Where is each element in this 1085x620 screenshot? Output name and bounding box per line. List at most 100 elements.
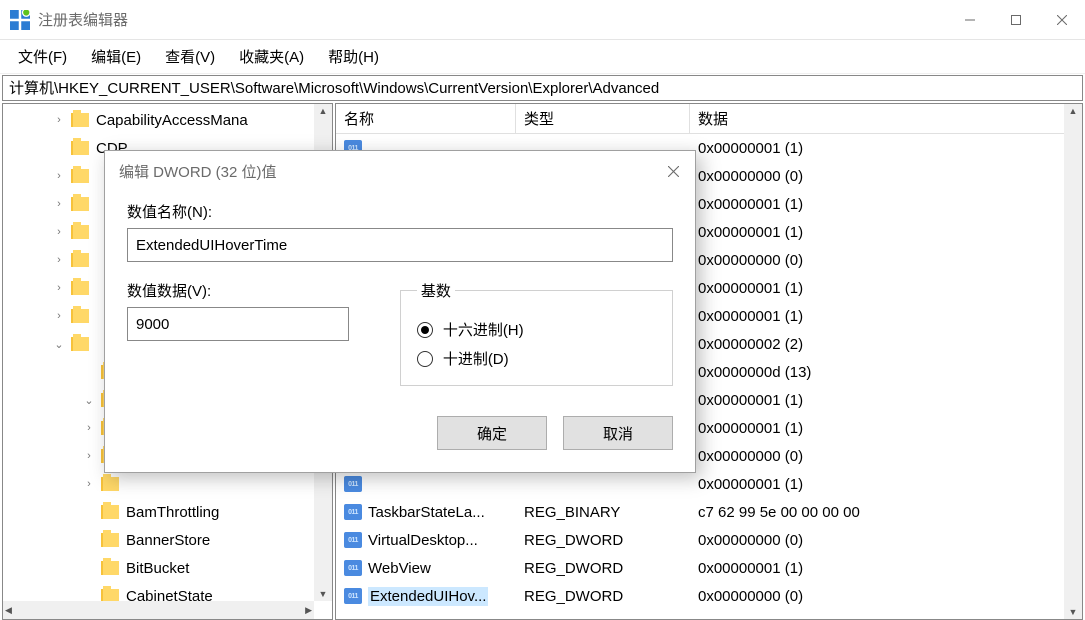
base-groupbox: 基数 十六进制(H) 十进制(D) [400, 280, 673, 386]
column-name[interactable]: 名称 [336, 104, 516, 133]
scroll-down-icon[interactable]: ▼ [319, 589, 328, 599]
value-data: 0x00000001 (1) [690, 558, 1082, 579]
tree-item[interactable]: ›BamThrottling [3, 498, 332, 526]
value-data-field[interactable] [127, 307, 349, 341]
folder-icon [71, 113, 89, 127]
chevron-right-icon[interactable]: › [83, 422, 95, 434]
chevron-right-icon[interactable]: › [53, 310, 65, 322]
address-bar[interactable]: 计算机\HKEY_CURRENT_USER\Software\Microsoft… [2, 75, 1083, 101]
scroll-left-icon[interactable]: ◀ [5, 605, 12, 616]
value-row[interactable]: VirtualDesktop... REG_DWORD0x00000000 (0) [336, 526, 1082, 554]
value-name: WebView [368, 560, 431, 577]
tree-item[interactable]: ›CapabilityAccessMana [3, 106, 332, 134]
value-data: 0x00000001 (1) [690, 390, 1082, 411]
value-row[interactable]: WebViewREG_DWORD0x00000001 (1) [336, 554, 1082, 582]
tree-item[interactable]: › BitBucket [3, 554, 332, 582]
radio-unchecked-icon [417, 351, 433, 367]
value-data: 0x00000000 (0) [690, 250, 1082, 271]
value-data: 0x00000001 (1) [690, 138, 1082, 159]
column-type[interactable]: 类型 [516, 104, 690, 133]
hex-radio[interactable]: 十六进制(H) [417, 319, 656, 340]
titlebar: 注册表编辑器 [0, 0, 1085, 40]
folder-icon [71, 225, 89, 239]
minimize-button[interactable] [947, 0, 993, 40]
scroll-up-icon[interactable]: ▲ [1064, 106, 1082, 116]
value-data-label: 数值数据(V): [127, 280, 380, 301]
tree-item-label: BitBucket [126, 560, 189, 577]
value-name: VirtualDesktop... [368, 532, 478, 549]
menu-edit[interactable]: 编辑(E) [79, 42, 153, 71]
value-name-field[interactable] [127, 228, 673, 262]
maximize-button[interactable] [993, 0, 1039, 40]
horizontal-scrollbar[interactable]: ◀ ▶ [3, 601, 314, 619]
folder-icon [71, 309, 89, 323]
edit-dword-dialog: 编辑 DWORD (32 位)值 数值名称(N): 数值数据(V): 基数 十六… [104, 150, 696, 473]
chevron-spacer: › [83, 562, 95, 574]
chevron-right-icon[interactable]: › [83, 450, 95, 462]
dialog-close-button[interactable] [651, 151, 695, 191]
chevron-right-icon[interactable]: › [53, 198, 65, 210]
menu-file[interactable]: 文件(F) [6, 42, 79, 71]
folder-icon [71, 281, 89, 295]
regedit-icon [10, 10, 30, 30]
value-name-label: 数值名称(N): [127, 201, 673, 222]
chevron-down-icon[interactable]: ⌄ [83, 394, 95, 407]
radio-checked-icon [417, 322, 433, 338]
value-data: 0x00000001 (1) [690, 278, 1082, 299]
value-data: 0x00000000 (0) [690, 586, 1082, 607]
scroll-down-icon[interactable]: ▼ [1064, 607, 1082, 617]
values-scrollbar[interactable]: ▲ ▼ [1064, 104, 1082, 619]
value-type: REG_BINARY [516, 502, 690, 523]
scroll-up-icon[interactable]: ▲ [319, 106, 328, 116]
dec-radio[interactable]: 十进制(D) [417, 348, 656, 369]
value-data: 0x00000001 (1) [690, 418, 1082, 439]
value-row[interactable]: ExtendedUIHov...REG_DWORD0x00000000 (0) [336, 582, 1082, 610]
folder-icon [71, 169, 89, 183]
window-title: 注册表编辑器 [38, 9, 947, 30]
ok-button[interactable]: 确定 [437, 416, 547, 450]
base-label: 基数 [417, 280, 455, 301]
folder-icon [101, 505, 119, 519]
chevron-spacer: › [83, 534, 95, 546]
dialog-title: 编辑 DWORD (32 位)值 [119, 161, 277, 182]
dword-icon [344, 532, 362, 548]
value-row[interactable]: 0x00000001 (1) [336, 470, 1082, 498]
dec-radio-label: 十进制(D) [443, 348, 509, 369]
value-data: 0x00000000 (0) [690, 530, 1082, 551]
chevron-right-icon[interactable]: › [53, 254, 65, 266]
dword-icon [344, 476, 362, 492]
value-type: REG_DWORD [516, 530, 690, 551]
tree-item-label: BannerStore [126, 532, 210, 549]
chevron-right-icon[interactable]: › [53, 170, 65, 182]
value-data: 0x00000001 (1) [690, 474, 1082, 495]
value-type [516, 482, 690, 486]
dialog-titlebar: 编辑 DWORD (32 位)值 [105, 151, 695, 191]
value-data: 0x00000001 (1) [690, 306, 1082, 327]
chevron-right-icon[interactable]: › [53, 226, 65, 238]
chevron-down-icon[interactable]: ⌄ [53, 338, 65, 351]
chevron-spacer: › [53, 142, 65, 154]
chevron-right-icon[interactable]: › [53, 114, 65, 126]
value-data: 0x00000000 (0) [690, 446, 1082, 467]
value-data: 0x0000000d (13) [690, 362, 1082, 383]
menu-favorites[interactable]: 收藏夹(A) [227, 42, 316, 71]
value-data: 0x00000001 (1) [690, 194, 1082, 215]
tree-item-label: BamThrottling [126, 504, 219, 521]
column-data[interactable]: 数据 [690, 104, 1082, 133]
scroll-right-icon[interactable]: ▶ [305, 605, 312, 616]
chevron-right-icon[interactable]: › [53, 282, 65, 294]
tree-item[interactable]: › BannerStore [3, 526, 332, 554]
folder-icon [101, 561, 119, 575]
close-button[interactable] [1039, 0, 1085, 40]
value-data: 0x00000000 (0) [690, 166, 1082, 187]
value-row[interactable]: TaskbarStateLa...REG_BINARYc7 62 99 5e 0… [336, 498, 1082, 526]
menu-view[interactable]: 查看(V) [153, 42, 227, 71]
menu-help[interactable]: 帮助(H) [316, 42, 391, 71]
value-name: ExtendedUIHov... [368, 587, 488, 606]
chevron-right-icon[interactable]: › [83, 478, 95, 490]
folder-icon [71, 197, 89, 211]
values-header: 名称 类型 数据 [336, 104, 1082, 134]
cancel-button[interactable]: 取消 [563, 416, 673, 450]
dword-icon [344, 560, 362, 576]
tree-item[interactable]: › [3, 470, 332, 498]
